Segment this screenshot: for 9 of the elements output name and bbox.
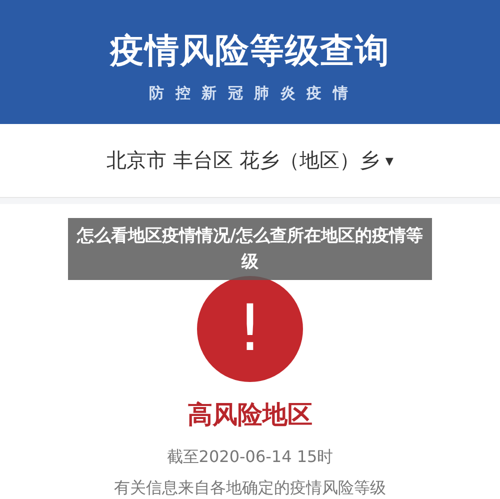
location-selector[interactable]: 北京市 丰台区 花乡（地区）乡 ▾ <box>0 124 500 198</box>
update-time: 截至2020-06-14 15时 <box>166 447 334 468</box>
caret-icon: ▾ <box>385 150 394 170</box>
page-title: 疫情风险等级查询 <box>110 30 390 74</box>
risk-level: 高风险地区 <box>188 399 312 431</box>
source-note: 有关信息来自各地确定的疫情风险等级 <box>114 478 386 499</box>
location-text: 北京市 丰台区 花乡（地区）乡 <box>106 146 380 174</box>
page-subtitle: 防 控 新 冠 肺 炎 疫 情 <box>149 84 351 104</box>
caption-overlay: 怎么看地区疫情情况/怎么查所在地区的疫情等级 <box>68 218 432 280</box>
